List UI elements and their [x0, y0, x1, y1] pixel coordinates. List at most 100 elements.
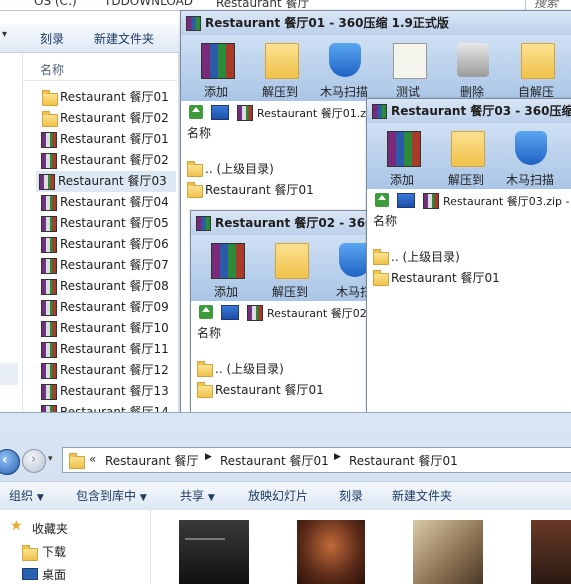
zip01-add-label: 添加: [203, 85, 228, 99]
folder-icon: [69, 453, 85, 469]
zip03-titlebar[interactable]: Restaurant 餐厅03 - 360压缩 1.9: [367, 99, 571, 123]
back-column-name[interactable]: 名称: [40, 61, 64, 78]
chevron-down-icon[interactable]: ▾: [48, 454, 53, 464]
forward-nav-button[interactable]: ›: [22, 449, 46, 473]
thumbnail-caption-bar: [185, 538, 225, 540]
zip03-parent-label: .. (上级目录): [391, 250, 460, 264]
organize-button[interactable]: 组织 ▼: [9, 484, 44, 508]
back-file-row[interactable]: Restaurant 餐厅09: [38, 297, 174, 318]
zip03-extract-button[interactable]: 解压到: [437, 123, 495, 189]
zip01-titlebar[interactable]: Restaurant 餐厅01 - 360压缩 1.9正式版: [181, 11, 571, 35]
front-address-bar[interactable]: « Restaurant 餐厅 ▶ Restaurant 餐厅01 ▶ Rest…: [62, 447, 571, 473]
back-file-row[interactable]: Restaurant 餐厅11: [38, 339, 174, 360]
archive-icon: [41, 300, 57, 316]
zip02-column-header[interactable]: 名称: [191, 323, 373, 344]
back-file-row[interactable]: Restaurant 餐厅01: [38, 87, 174, 108]
zip03-scan-button[interactable]: 木马扫描: [501, 123, 559, 189]
back-file-label: Restaurant 餐厅03: [58, 174, 167, 188]
folder-icon: [187, 182, 203, 198]
zip02-add-button[interactable]: 添加: [197, 235, 255, 301]
up-arrow-icon[interactable]: [375, 193, 389, 207]
zip02-path-bar[interactable]: Restaurant 餐厅02: [191, 301, 373, 324]
star-icon: ★: [10, 518, 23, 534]
zip01-add-button[interactable]: 添加: [187, 35, 245, 101]
computer-icon[interactable]: [397, 193, 415, 208]
breadcrumb-separator-icon: ▶: [205, 452, 212, 462]
back-file-row[interactable]: Restaurant 餐厅12: [38, 360, 174, 381]
image-thumbnail[interactable]: [413, 520, 483, 584]
slideshow-button[interactable]: 放映幻灯片: [248, 484, 308, 508]
back-file-row[interactable]: Restaurant 餐厅03: [36, 171, 176, 192]
archive-icon: [41, 321, 57, 337]
back-file-row[interactable]: Restaurant 餐厅02: [38, 150, 174, 171]
breadcrumb-item-1[interactable]: Restaurant 餐厅: [105, 452, 199, 469]
zip01-delete-button[interactable]: 删除: [443, 35, 501, 101]
archive-icon: [41, 216, 57, 232]
zip03-title: Restaurant 餐厅03 - 360压缩 1.9: [391, 104, 571, 118]
archive-icon: [41, 132, 57, 148]
include-in-library-button[interactable]: 包含到库中 ▼: [76, 484, 147, 508]
back-file-row[interactable]: Restaurant 餐厅01: [38, 129, 174, 150]
add-archive-icon: [211, 243, 245, 279]
nav-desktop[interactable]: 桌面: [42, 566, 66, 583]
back-file-row[interactable]: Restaurant 餐厅13: [38, 381, 174, 402]
burn-button[interactable]: 刻录: [40, 30, 64, 47]
nav-selected-item[interactable]: [0, 363, 18, 385]
zip02-file-list: .. (上级目录) Restaurant 餐厅01: [191, 343, 373, 421]
zip02-parent-label: .. (上级目录): [215, 362, 284, 376]
back-file-row[interactable]: Restaurant 餐厅08: [38, 276, 174, 297]
zip03-add-button[interactable]: 添加: [373, 123, 431, 189]
up-arrow-icon[interactable]: [189, 105, 203, 119]
zip03-column-header[interactable]: 名称: [367, 211, 571, 232]
breadcrumb-item-3[interactable]: Restaurant 餐厅01: [349, 452, 458, 469]
zip02-extract-label: 解压到: [271, 285, 308, 299]
new-folder-button[interactable]: 新建文件夹: [94, 30, 154, 47]
archive-icon: [41, 342, 57, 358]
include-label: 包含到库中: [76, 489, 137, 503]
zip02-extract-button[interactable]: 解压到: [261, 235, 319, 301]
zip02-titlebar[interactable]: Restaurant 餐厅02 - 360压: [191, 211, 373, 235]
breadcrumb-overflow[interactable]: «: [89, 452, 96, 466]
extract-folder-icon: [451, 131, 485, 167]
archive-icon: [41, 258, 57, 274]
folder-icon: [197, 382, 213, 398]
back-nav-button[interactable]: ‹: [0, 449, 20, 475]
zip03-path-bar[interactable]: Restaurant 餐厅03.zip - 解: [367, 189, 571, 212]
zip01-scan-button[interactable]: 木马扫描: [315, 35, 373, 101]
share-button[interactable]: 共享 ▼: [180, 484, 215, 508]
image-thumbnail[interactable]: [531, 520, 571, 584]
new-folder-button[interactable]: 新建文件夹: [392, 484, 452, 508]
back-file-label: Restaurant 餐厅01: [60, 132, 169, 146]
add-archive-icon: [387, 131, 421, 167]
zip03-column-name: 名称: [373, 214, 398, 228]
zip01-extract-button[interactable]: 解压到: [251, 35, 309, 101]
zip01-test-button[interactable]: 测试: [379, 35, 437, 101]
back-file-row[interactable]: Restaurant 餐厅06: [38, 234, 174, 255]
address-drive[interactable]: OS (C:): [34, 0, 77, 8]
back-file-row[interactable]: Restaurant 餐厅10: [38, 318, 174, 339]
back-file-row[interactable]: Restaurant 餐厅04: [38, 192, 174, 213]
back-file-label: Restaurant 餐厅11: [60, 342, 169, 356]
back-file-row[interactable]: Restaurant 餐厅07: [38, 255, 174, 276]
chevron-down-icon[interactable]: ▾: [2, 29, 7, 40]
computer-icon[interactable]: [211, 105, 229, 120]
nav-downloads[interactable]: 下载: [42, 543, 66, 560]
back-file-row[interactable]: Restaurant 餐厅05: [38, 213, 174, 234]
up-arrow-icon[interactable]: [199, 305, 213, 319]
zip03-add-label: 添加: [389, 173, 414, 187]
zip01-selfextract-button[interactable]: 自解压: [507, 35, 565, 101]
back-search-box[interactable]: 搜索 Re: [525, 0, 571, 10]
burn-button[interactable]: 刻录: [339, 484, 363, 508]
nav-favorites[interactable]: 收藏夹: [32, 520, 68, 537]
front-explorer-window: ‹ › ▾ « Restaurant 餐厅 ▶ Restaurant 餐厅01 …: [0, 412, 571, 584]
back-file-label: Restaurant 餐厅12: [60, 363, 169, 377]
back-file-row[interactable]: Restaurant 餐厅02: [38, 108, 174, 129]
checklist-icon: [393, 43, 427, 79]
address-folder-1[interactable]: TDDOWNLOAD: [104, 0, 193, 8]
breadcrumb-item-2[interactable]: Restaurant 餐厅01: [220, 452, 329, 469]
image-thumbnail[interactable]: [297, 520, 365, 584]
chevron-down-icon: ▼: [36, 493, 44, 503]
image-thumbnail[interactable]: [179, 520, 249, 584]
zip-window-02: Restaurant 餐厅02 - 360压 添加 解压到 木马扫 Restau…: [190, 210, 374, 422]
computer-icon[interactable]: [221, 305, 239, 320]
